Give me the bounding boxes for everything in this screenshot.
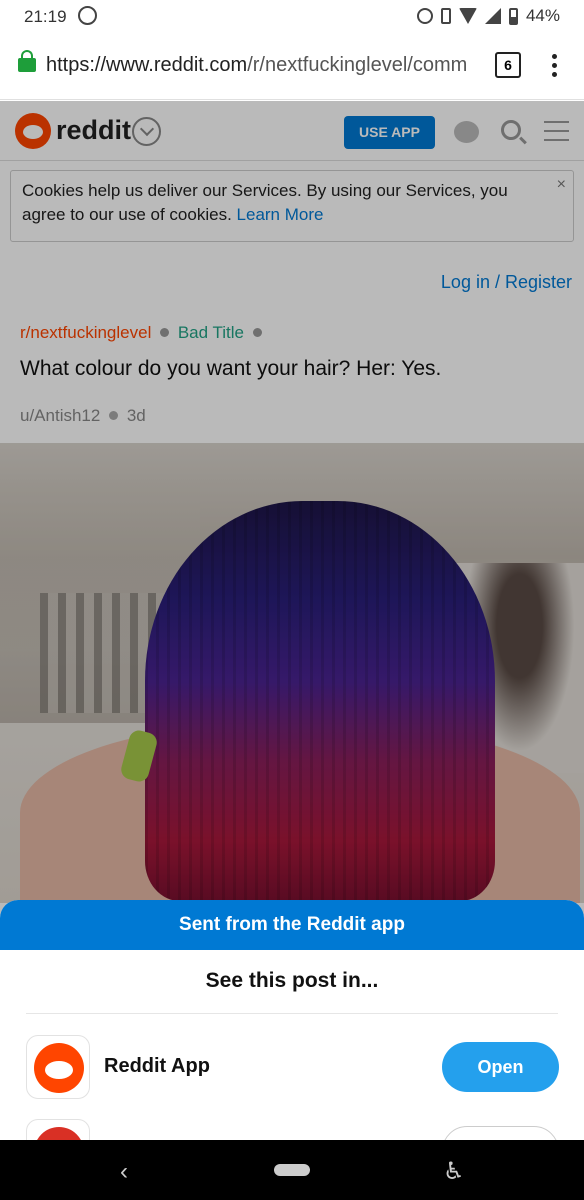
open-button[interactable]: Open [442, 1042, 559, 1092]
lock-icon [18, 50, 36, 72]
reddit-app-icon [26, 1035, 90, 1099]
status-time: 21:19 [24, 7, 67, 26]
whatsapp-icon [78, 6, 97, 25]
continue-button[interactable] [442, 1126, 559, 1140]
battery-percent: 44% [525, 6, 560, 25]
status-icons: 44% [416, 6, 560, 26]
system-nav-bar: ‹ ♿ [0, 1140, 584, 1200]
sheet-title: See this post in... [26, 950, 558, 1014]
url-path: /r/nextfuckinglevel/comm [247, 54, 468, 76]
home-pill-icon[interactable] [274, 1164, 310, 1176]
app-name: Reddit App [104, 1055, 210, 1077]
status-bar: 21:19 44% [0, 0, 584, 33]
app-option-reddit[interactable]: Reddit App Open [0, 1035, 584, 1099]
open-in-app-sheet: Sent from the Reddit app See this post i… [0, 900, 584, 1140]
vibrate-icon [440, 8, 451, 24]
signal-icon [484, 8, 501, 24]
tab-switcher-button[interactable]: 6 [495, 52, 521, 78]
sheet-banner: Sent from the Reddit app [0, 900, 584, 950]
accessibility-icon[interactable]: ♿ [443, 1157, 465, 1186]
battery-icon [508, 7, 518, 25]
wifi-icon [458, 8, 477, 24]
browser-toolbar: https://www.reddit.com/r/nextfuckingleve… [0, 33, 584, 100]
alarm-icon [416, 8, 433, 24]
browser-menu-icon[interactable] [552, 54, 558, 81]
url-host: https://www.reddit.com [46, 54, 248, 76]
back-icon[interactable]: ‹ [120, 1158, 128, 1186]
app-option-browser[interactable] [0, 1119, 584, 1140]
url-field[interactable]: https://www.reddit.com/r/nextfuckingleve… [46, 54, 476, 77]
browser-app-icon [26, 1119, 90, 1140]
